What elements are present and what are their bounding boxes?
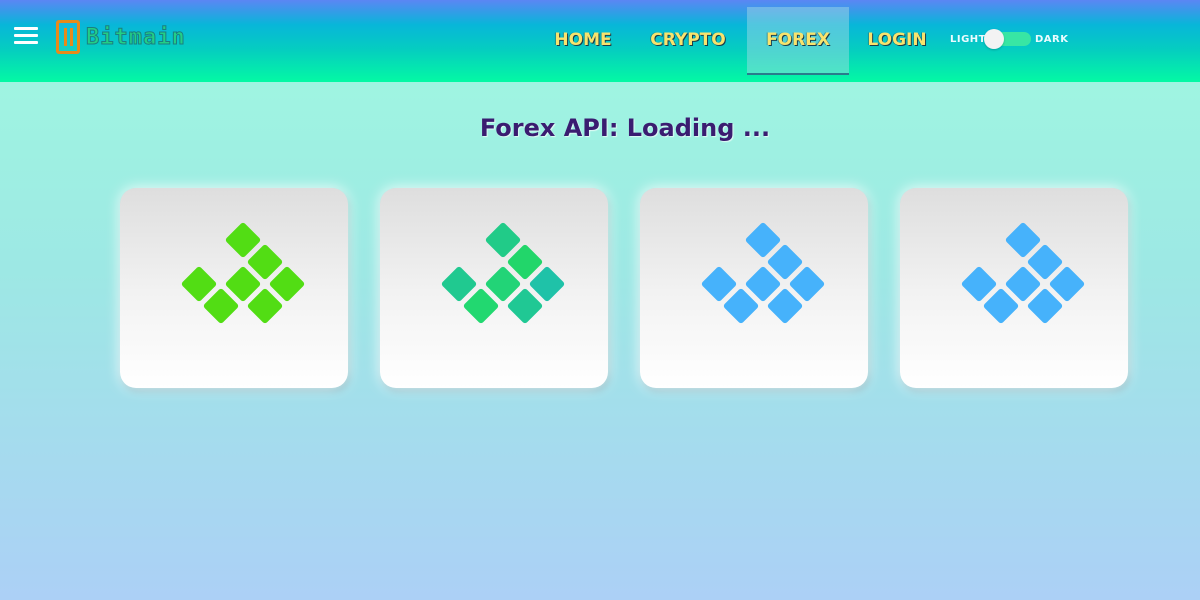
loading-spinner-icon [700, 221, 826, 331]
logo[interactable]: Bitmain [56, 20, 196, 54]
loading-card [640, 188, 868, 388]
theme-light-label: LIGHT [950, 34, 986, 45]
theme-dark-label: DARK [1035, 34, 1069, 45]
loading-card [380, 188, 608, 388]
hamburger-menu-icon[interactable] [14, 27, 38, 45]
nav-forex[interactable]: FOREX [747, 7, 849, 75]
theme-toggle[interactable] [984, 29, 1031, 49]
nav-crypto[interactable]: CRYPTO [640, 7, 736, 75]
toggle-knob[interactable] [984, 29, 1004, 49]
loading-spinner-icon [440, 221, 566, 331]
nav-login[interactable]: LOGIN [858, 7, 936, 75]
logo-text: Bitmain [86, 25, 186, 51]
loading-card [900, 188, 1128, 388]
loading-card [120, 188, 348, 388]
logo-mark-icon [56, 20, 80, 54]
loading-spinner-icon [960, 221, 1086, 331]
page-title: Forex API: Loading ... [479, 114, 771, 142]
nav-home[interactable]: HOME [536, 7, 630, 75]
loading-spinner-icon [180, 221, 306, 331]
top-navbar: Bitmain HOME CRYPTO FOREX LOGIN LIGHT DA… [0, 0, 1200, 82]
